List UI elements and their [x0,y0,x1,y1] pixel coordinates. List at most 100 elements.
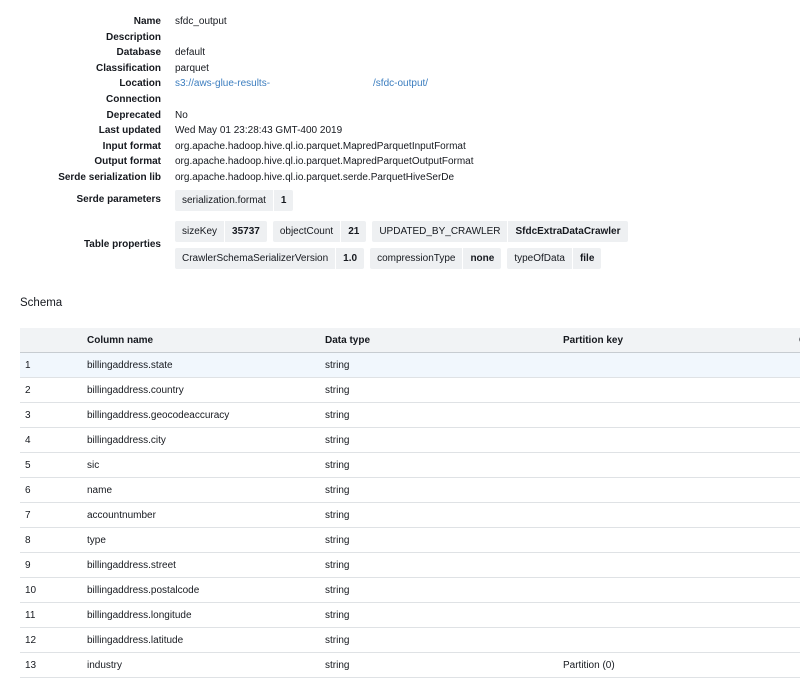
table-row[interactable]: 11 billingaddress.longitude string [20,602,800,628]
row-number: 7 [20,502,87,528]
row-column-name: billingaddress.street [87,552,325,578]
table-details: Name sfdc_output Description Database de… [0,14,800,186]
last-updated-value: Wed May 01 23:28:43 GMT-400 2019 [175,125,343,137]
output-format-value: org.apache.hadoop.hive.ql.io.parquet.Map… [175,156,474,168]
table-row[interactable]: 8 type string [20,527,800,553]
table-property-value: 1.0 [335,248,364,269]
row-column-name: billingaddress.state [87,352,325,378]
table-property-value: 35737 [224,221,267,242]
database-value: default [175,47,206,59]
table-property-tag: UPDATED_BY_CRAWLER SfdcExtraDataCrawler [372,221,628,242]
table-row[interactable]: 5 sic string [20,452,800,478]
row-data-type: string [325,427,563,453]
table-row[interactable]: 2 billingaddress.country string [20,377,800,403]
detail-row-database: Database default [0,45,800,61]
header-number [20,328,87,353]
table-property-value: 21 [340,221,366,242]
row-partition-key [563,452,799,478]
row-number: 1 [20,352,87,378]
table-property-key: typeOfData [514,253,565,264]
location-link-suffix: /sfdc-output/ [373,78,429,90]
row-partition-key [563,602,799,628]
table-row[interactable]: 4 billingaddress.city string [20,427,800,453]
input-format-label: Input format [102,140,161,152]
detail-row-connection: Connection [0,92,800,108]
serde-lib-value: org.apache.hadoop.hive.ql.io.parquet.ser… [175,171,455,183]
detail-row-name: Name sfdc_output [0,14,800,30]
row-column-name: name [87,477,325,503]
table-property-tag: CrawlerSchemaSerializerVersion 1.0 [175,248,365,269]
row-data-type: string [325,352,563,378]
table-property-value: file [571,248,601,269]
classification-value: parquet [175,62,209,74]
deprecated-label: Deprecated [106,109,161,121]
table-row[interactable]: 3 billingaddress.geocodeaccuracy string [20,402,800,428]
row-column-name: sic [87,452,325,478]
row-number: 2 [20,377,87,403]
row-partition-key: Partition (0) [563,652,799,678]
serde-param-value: 1 [272,190,294,211]
table-properties-tags: sizeKey 35737 objectCount 21 UPDATED_BY_… [175,221,800,275]
row-data-type: string [325,552,563,578]
output-format-label: Output format [94,156,161,168]
row-partition-key [563,502,799,528]
header-partition-key[interactable]: Partition key [563,328,799,353]
location-link[interactable]: s3://aws-glue-results- /sfdc-output/ [175,76,428,92]
serde-parameters-tags: serialization.format 1 [175,190,800,217]
row-partition-key [563,627,799,653]
table-property-tag: typeOfData file [507,248,602,269]
location-link-prefix: s3://aws-glue-results- [175,78,271,90]
table-property-tag: compressionType none [370,248,502,269]
serde-parameters: Serde parameters serialization.format 1 [0,190,800,212]
table-row[interactable]: 12 billingaddress.latitude string [20,627,800,653]
last-updated-label: Last updated [98,125,161,137]
table-row[interactable]: 13 industry string Partition (0) [20,652,800,678]
connection-label: Connection [106,93,161,105]
table-row[interactable]: 10 billingaddress.postalcode string [20,577,800,603]
table-property-tag: objectCount 21 [272,221,367,242]
table-row[interactable]: 9 billingaddress.street string [20,552,800,578]
header-data-type[interactable]: Data type [325,328,563,353]
table-property-value: SfdcExtraDataCrawler [507,221,627,242]
row-partition-key [563,577,799,603]
detail-row-deprecated: Deprecated No [0,108,800,124]
detail-row-serde-lib: Serde serialization lib org.apache.hadoo… [0,170,800,186]
row-number: 13 [20,652,87,678]
detail-row-classification: Classification parquet [0,61,800,77]
deprecated-value: No [175,109,188,121]
table-property-key: objectCount [279,226,334,237]
row-data-type: string [325,402,563,428]
input-format-value: org.apache.hadoop.hive.ql.io.parquet.Map… [175,140,466,152]
row-number: 3 [20,402,87,428]
header-column-name[interactable]: Column name [87,328,325,353]
table-properties-label: Table properties [83,239,161,250]
serde-param-key: serialization.format [182,195,266,206]
name-value: sfdc_output [175,16,227,27]
database-label: Database [116,47,161,59]
row-number: 5 [20,452,87,478]
row-column-name: billingaddress.postalcode [87,577,325,603]
row-partition-key [563,552,799,578]
detail-row-input-format: Input format org.apache.hadoop.hive.ql.i… [0,139,800,155]
row-column-name: billingaddress.latitude [87,627,325,653]
row-partition-key [563,477,799,503]
table-row[interactable]: 6 name string [20,477,800,503]
table-row[interactable]: 1 billingaddress.state string [20,352,800,378]
row-data-type: string [325,502,563,528]
row-column-name: type [87,527,325,553]
table-property-key: sizeKey [182,226,218,237]
row-data-type: string [325,627,563,653]
row-column-name: accountnumber [87,502,325,528]
row-number: 6 [20,477,87,503]
detail-row-location: Location s3://aws-glue-results- /sfdc-out… [0,76,800,92]
table-row[interactable]: 7 accountnumber string [20,502,800,528]
row-number: 4 [20,427,87,453]
row-column-name: billingaddress.geocodeaccuracy [87,402,325,428]
detail-row-last-updated: Last updated Wed May 01 23:28:43 GMT-400… [0,123,800,139]
name-label: Name [133,16,161,27]
row-column-name: billingaddress.longitude [87,602,325,628]
row-data-type: string [325,452,563,478]
table-property-key: compressionType [377,253,456,264]
row-number: 10 [20,577,87,603]
row-data-type: string [325,377,563,403]
